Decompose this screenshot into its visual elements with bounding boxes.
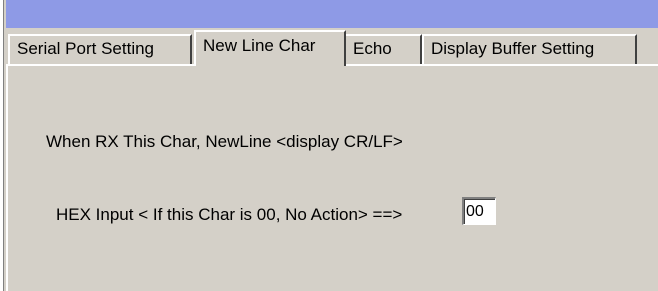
tab-display-buffer-setting[interactable]: Display Buffer Setting: [422, 34, 637, 64]
window-left-edge: [0, 0, 4, 291]
hex-char-input[interactable]: [462, 197, 496, 225]
tab-strip: Serial Port Setting New Line Char Echo D…: [6, 30, 658, 66]
new-line-char-panel: When RX This Char, NewLine <display CR/L…: [6, 64, 658, 291]
title-bar[interactable]: [6, 0, 658, 28]
settings-window: Serial Port Setting New Line Char Echo D…: [0, 0, 658, 291]
tab-serial-port-setting[interactable]: Serial Port Setting: [8, 34, 192, 64]
tab-echo[interactable]: Echo: [344, 34, 422, 64]
hex-input-label: HEX Input < If this Char is 00, No Actio…: [56, 205, 403, 224]
rx-newline-description: When RX This Char, NewLine <display CR/L…: [46, 132, 403, 151]
tab-new-line-char[interactable]: New Line Char: [194, 30, 346, 66]
